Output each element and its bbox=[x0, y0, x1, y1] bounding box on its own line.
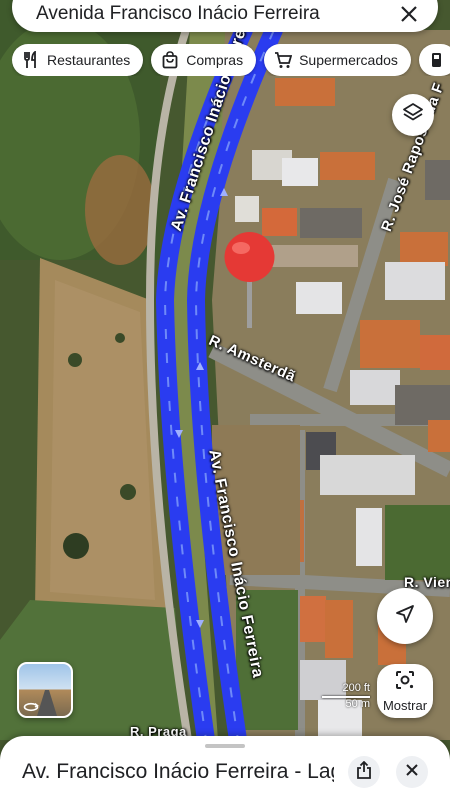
place-title: Av. Francisco Inácio Ferreira - Lagoa Sa… bbox=[22, 760, 334, 783]
scale-feet: 200 ft bbox=[342, 682, 370, 694]
rotate-360-icon bbox=[21, 700, 41, 714]
drag-handle[interactable] bbox=[205, 744, 245, 748]
navigation-arrow-icon bbox=[394, 603, 416, 630]
category-chips: Restaurantes Compras Supermercados bbox=[12, 44, 450, 76]
lens-label: Mostrar bbox=[382, 698, 428, 713]
share-button[interactable] bbox=[348, 756, 380, 788]
chip-restaurantes[interactable]: Restaurantes bbox=[12, 44, 144, 76]
street-view-thumbnail[interactable] bbox=[17, 662, 73, 718]
camera-lens-icon bbox=[394, 669, 416, 696]
pin-stem bbox=[247, 278, 252, 328]
place-bottom-sheet[interactable]: Av. Francisco Inácio Ferreira - Lagoa Sa… bbox=[0, 736, 450, 800]
close-icon bbox=[405, 763, 419, 782]
chip-supermercados[interactable]: Supermercados bbox=[264, 44, 411, 76]
layers-icon bbox=[402, 102, 424, 129]
chip-label: Restaurantes bbox=[47, 52, 131, 68]
chip-label: Supermercados bbox=[299, 52, 398, 68]
street-label-viena: R. Vien bbox=[404, 574, 450, 590]
my-location-button[interactable] bbox=[377, 588, 433, 644]
map-scale: 200 ft 50 m bbox=[322, 682, 370, 712]
gas-station-icon bbox=[429, 51, 447, 69]
close-icon[interactable] bbox=[396, 1, 422, 27]
scale-meters: 50 m bbox=[345, 698, 370, 710]
shopping-cart-icon bbox=[274, 51, 293, 69]
chip-more[interactable] bbox=[418, 44, 450, 76]
chip-compras[interactable]: Compras bbox=[151, 44, 257, 76]
fork-knife-icon bbox=[22, 51, 40, 69]
layers-button[interactable] bbox=[392, 94, 434, 136]
lens-button[interactable]: Mostrar bbox=[377, 664, 433, 718]
search-bar[interactable]: Avenida Francisco Inácio Ferreira bbox=[12, 0, 438, 32]
close-sheet-button[interactable] bbox=[396, 756, 428, 788]
location-pin-icon bbox=[224, 232, 275, 282]
chip-label: Compras bbox=[186, 52, 244, 68]
search-query[interactable]: Avenida Francisco Inácio Ferreira bbox=[36, 0, 396, 25]
share-icon bbox=[356, 760, 372, 784]
shopping-bag-icon bbox=[161, 51, 179, 69]
